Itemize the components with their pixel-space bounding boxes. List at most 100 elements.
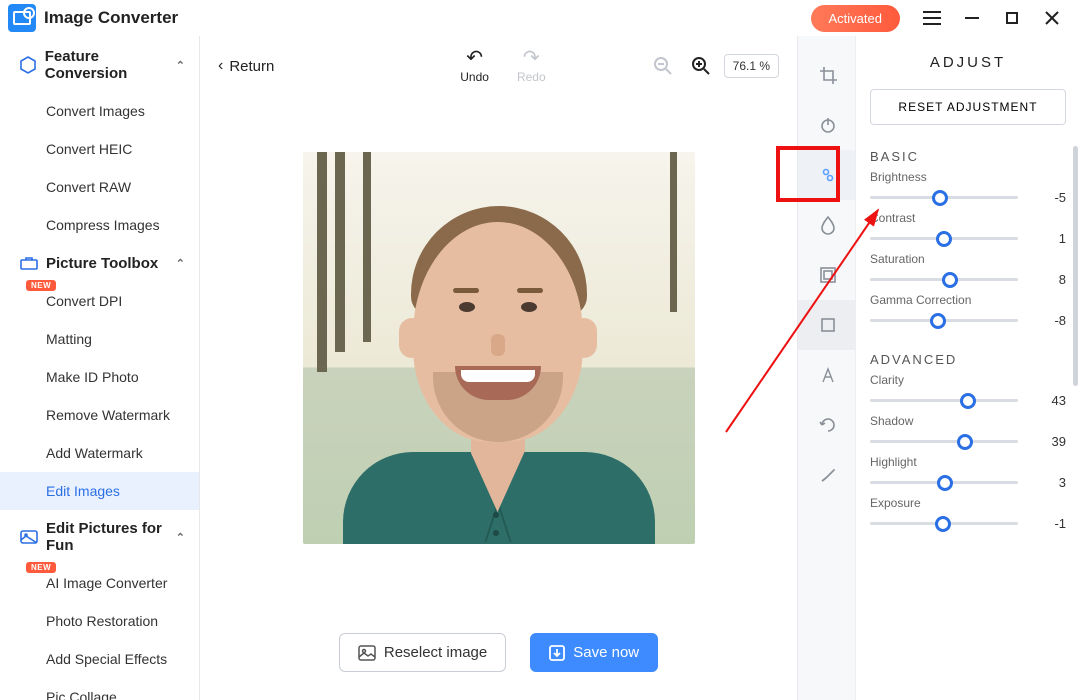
undo-button[interactable]: ↶Undo (460, 48, 489, 84)
redo-label: Redo (517, 70, 546, 84)
slider-value: -1 (1028, 516, 1066, 531)
redo-button: ↷Redo (517, 48, 546, 84)
slider-track[interactable] (870, 319, 1018, 322)
rail-power-icon[interactable] (798, 100, 855, 150)
slider-value: 39 (1028, 434, 1066, 449)
tool-rail (798, 36, 856, 700)
slider-thumb[interactable] (936, 231, 952, 247)
sidebar-item-convert-dpi[interactable]: Convert DPINEW (0, 282, 199, 320)
slider-track[interactable] (870, 440, 1018, 443)
slider-thumb[interactable] (960, 393, 976, 409)
return-button[interactable]: ‹Return (218, 57, 274, 75)
slider-clarity: Clarity 43 (870, 373, 1066, 408)
title-bar: Image Converter Activated (0, 0, 1080, 36)
chevron-up-icon: ⌃ (176, 531, 185, 544)
sidebar-item-add-watermark[interactable]: Add Watermark (0, 434, 199, 472)
slider-shadow: Shadow 39 (870, 414, 1066, 449)
group-icon (20, 528, 38, 546)
return-label: Return (229, 58, 274, 75)
app-logo-icon (8, 4, 36, 32)
new-badge: NEW (26, 280, 56, 291)
rail-brush-icon[interactable] (798, 450, 855, 500)
slider-value: -8 (1028, 313, 1066, 328)
slider-label: Contrast (870, 211, 1066, 225)
maximize-button[interactable] (992, 2, 1032, 34)
sidebar-group-feature-conversion[interactable]: Feature Conversion⌃ (0, 38, 199, 92)
slider-track[interactable] (870, 237, 1018, 240)
sidebar-item-convert-heic[interactable]: Convert HEIC (0, 130, 199, 168)
image-icon (358, 645, 376, 661)
slider-exposure: Exposure -1 (870, 496, 1066, 531)
slider-track[interactable] (870, 481, 1018, 484)
slider-thumb[interactable] (937, 475, 953, 491)
slider-track[interactable] (870, 278, 1018, 281)
undo-label: Undo (460, 70, 489, 84)
slider-label: Saturation (870, 252, 1066, 266)
zoom-in-button[interactable] (686, 51, 716, 81)
slider-thumb[interactable] (942, 272, 958, 288)
download-icon (549, 645, 565, 661)
sidebar-item-make-id-photo[interactable]: Make ID Photo (0, 358, 199, 396)
hamburger-menu-icon[interactable] (912, 2, 952, 34)
slider-value: 8 (1028, 272, 1066, 287)
sidebar-item-add-special-effects[interactable]: Add Special Effects (0, 640, 199, 678)
sidebar-group-edit-pictures-for-fun[interactable]: Edit Pictures for Fun⌃ (0, 510, 199, 564)
group-label: Edit Pictures for Fun (46, 520, 176, 554)
zoom-value[interactable]: 76.1 % (724, 54, 779, 78)
sidebar-item-matting[interactable]: Matting (0, 320, 199, 358)
sidebar: Feature Conversion⌃Convert ImagesConvert… (0, 36, 200, 700)
sidebar-item-remove-watermark[interactable]: Remove Watermark (0, 396, 199, 434)
slider-value: -5 (1028, 190, 1066, 205)
slider-value: 1 (1028, 231, 1066, 246)
slider-contrast: Contrast 1 (870, 211, 1066, 246)
sidebar-item-edit-images[interactable]: Edit Images (0, 472, 199, 510)
minimize-button[interactable] (952, 2, 992, 34)
slider-track[interactable] (870, 399, 1018, 402)
slider-saturation: Saturation 8 (870, 252, 1066, 287)
sidebar-item-pic-collage[interactable]: Pic Collage (0, 678, 199, 700)
slider-thumb[interactable] (957, 434, 973, 450)
reselect-label: Reselect image (384, 644, 487, 661)
slider-label: Brightness (870, 170, 1066, 184)
group-icon (20, 254, 38, 272)
section-basic: BASIC (870, 149, 1066, 164)
close-button[interactable] (1032, 2, 1072, 34)
slider-thumb[interactable] (932, 190, 948, 206)
group-icon (20, 56, 37, 74)
bottom-buttons: Reselect image Save now (200, 633, 797, 700)
reset-adjustment-button[interactable]: RESET ADJUSTMENT (870, 89, 1066, 125)
canvas-toolbar: ‹Return ↶Undo ↷Redo 76.1 % (200, 36, 797, 96)
app-title: Image Converter (44, 8, 178, 28)
adjust-title: ADJUST (870, 54, 1066, 71)
sidebar-item-convert-images[interactable]: Convert Images (0, 92, 199, 130)
canvas-area: ‹Return ↶Undo ↷Redo 76.1 % (200, 36, 798, 700)
panel-scrollbar[interactable] (1073, 146, 1078, 386)
section-advanced: ADVANCED (870, 352, 1066, 367)
sidebar-item-ai-image-converter[interactable]: AI Image ConverterNEW (0, 564, 199, 602)
slider-gamma-correction: Gamma Correction-8 (870, 293, 1066, 328)
slider-track[interactable] (870, 196, 1018, 199)
slider-label: Shadow (870, 414, 1066, 428)
photo[interactable] (303, 152, 695, 544)
group-label: Picture Toolbox (46, 255, 158, 272)
image-preview (200, 96, 797, 633)
save-label: Save now (573, 644, 639, 661)
reselect-image-button[interactable]: Reselect image (339, 633, 506, 672)
rail-crop-icon[interactable] (798, 50, 855, 100)
slider-thumb[interactable] (935, 516, 951, 532)
slider-label: Clarity (870, 373, 1066, 387)
slider-value: 43 (1028, 393, 1066, 408)
sidebar-item-compress-images[interactable]: Compress Images (0, 206, 199, 244)
slider-track[interactable] (870, 522, 1018, 525)
sidebar-group-picture-toolbox[interactable]: Picture Toolbox ⌃ (0, 244, 199, 282)
sidebar-item-convert-raw[interactable]: Convert RAW (0, 168, 199, 206)
activated-badge[interactable]: Activated (811, 5, 900, 32)
chevron-up-icon: ⌃ (176, 257, 185, 270)
sidebar-item-photo-restoration[interactable]: Photo Restoration (0, 602, 199, 640)
slider-label: Highlight (870, 455, 1066, 469)
slider-label: Exposure (870, 496, 1066, 510)
save-now-button[interactable]: Save now (530, 633, 658, 672)
slider-highlight: Highlight3 (870, 455, 1066, 490)
slider-thumb[interactable] (930, 313, 946, 329)
new-badge: NEW (26, 562, 56, 573)
